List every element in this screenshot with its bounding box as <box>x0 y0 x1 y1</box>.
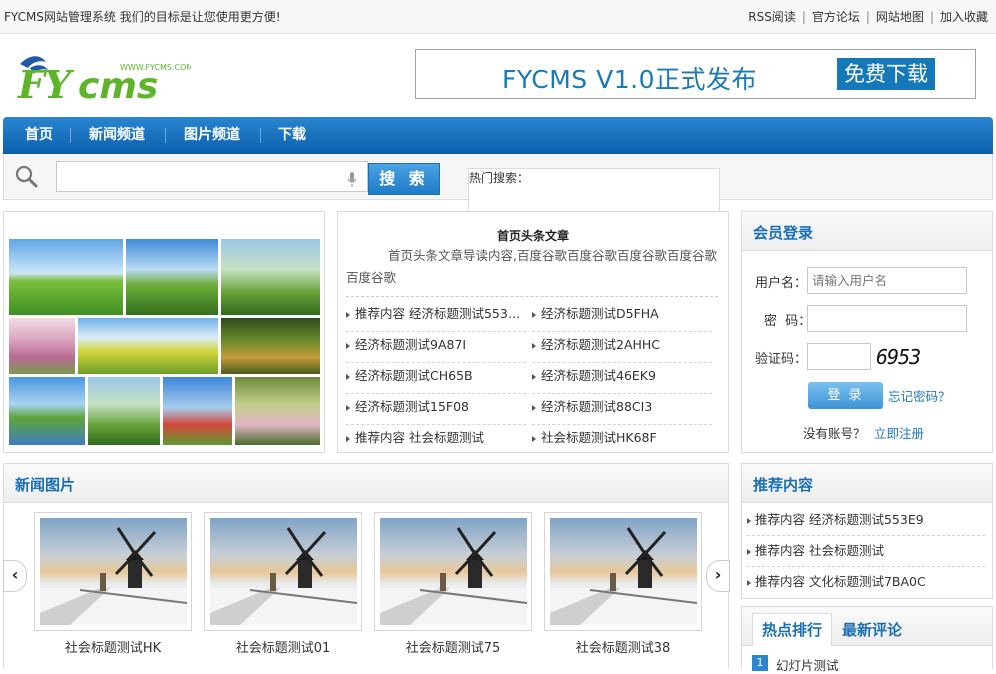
recommend-title: 推荐内容 <box>753 476 814 494</box>
tab-latest-comments[interactable]: 最新评论 <box>842 619 902 640</box>
nav-download[interactable]: 下载 <box>278 117 306 154</box>
collage-image <box>78 318 218 374</box>
search-input[interactable] <box>56 161 368 192</box>
news-images-panel: 新闻图片 ‹ › 社会标题测试HK 社会标题测试01 社会标题测试75 社会标题… <box>3 463 730 669</box>
captcha-label: 验证码： <box>755 352 808 367</box>
recommend-panel: 推荐内容 推荐内容 经济标题测试553E9 推荐内容 社会标题测试 推荐内容 文… <box>741 463 993 599</box>
collage-image <box>126 239 218 315</box>
collage-image <box>9 239 123 315</box>
headline-panel: 首页头条文章 首页头条文章导读内容,百度谷歌百度谷歌百度谷歌百度谷歌百度谷歌 推… <box>337 211 729 453</box>
headline-item[interactable]: 经济标题测试88CI3 <box>532 393 712 425</box>
register-link[interactable]: 立即注册 <box>874 423 924 442</box>
collage-image <box>235 377 320 445</box>
news-image-caption[interactable]: 社会标题测试38 <box>544 637 702 656</box>
recommend-item[interactable]: 推荐内容 文化标题测试7BA0C <box>747 567 985 597</box>
photo-collage[interactable] <box>3 211 325 453</box>
news-image-caption[interactable]: 社会标题测试75 <box>374 637 532 656</box>
news-image-item[interactable]: 社会标题测试75 <box>374 512 532 668</box>
site-logo[interactable]: F Y cms WWW.FYCMS.COM <box>16 50 193 107</box>
panel-header: 新闻图片 <box>4 464 728 503</box>
captcha-field[interactable] <box>807 343 871 370</box>
captcha-image[interactable]: 6953 <box>876 345 921 369</box>
hot-ranking-panel: 热点排行 最新评论 1 幻灯片测试 <box>741 606 993 673</box>
recommend-item[interactable]: 推荐内容 社会标题测试 <box>747 536 985 567</box>
rank-item[interactable]: 幻灯片测试 <box>776 655 839 674</box>
no-account-label: 没有账号？ <box>803 426 866 441</box>
search-bar: 搜 索 热门搜索： <box>3 154 993 231</box>
microphone-icon[interactable] <box>347 172 357 188</box>
windmill-image <box>210 518 357 625</box>
forgot-password-link[interactable]: 忘记密码？ <box>888 386 951 405</box>
panel-header: 推荐内容 <box>742 464 992 503</box>
search-icon <box>15 165 38 188</box>
nav-pictures[interactable]: 图片频道 <box>184 117 240 154</box>
news-image-item[interactable]: 社会标题测试38 <box>544 512 702 668</box>
release-banner[interactable]: FYCMS V1.0正式发布 免费下载 <box>415 49 976 99</box>
add-favorite-link[interactable]: 加入收藏 <box>940 10 988 24</box>
top-bar: FYCMS网站管理系统 我们的目标是让您使用更方便! RSS阅读 | 官方论坛 | 网站… <box>0 0 996 34</box>
headline-item[interactable]: 推荐内容 社会标题测试 <box>346 424 526 455</box>
carousel-prev-icon[interactable]: ‹ <box>3 560 27 592</box>
divider <box>346 296 718 297</box>
headline-item[interactable]: 经济标题测试D5FHA <box>532 300 712 332</box>
sitemap-link[interactable]: 网站地图 <box>876 10 924 24</box>
nav-divider <box>165 128 166 143</box>
free-download-button[interactable]: 免费下载 <box>837 58 935 90</box>
password-label: 密 码： <box>764 314 812 329</box>
nav-home[interactable]: 首页 <box>25 117 53 154</box>
news-image-item[interactable]: 社会标题测试HK <box>34 512 192 668</box>
recommend-item[interactable]: 推荐内容 经济标题测试553E9 <box>747 505 985 536</box>
headline-item[interactable]: 经济标题测试CH65B <box>346 362 526 394</box>
collage-image <box>163 377 232 445</box>
news-image-caption[interactable]: 社会标题测试HK <box>34 637 192 656</box>
member-login-panel: 会员登录 用户名： 请输入用户名 密 码： 验证码： 6953 登 录 忘记密码… <box>741 211 993 453</box>
login-button[interactable]: 登 录 <box>808 382 883 409</box>
windmill-image <box>40 518 187 625</box>
rank-number-badge: 1 <box>752 655 768 671</box>
headline-item[interactable]: 经济标题测试2AHHC <box>532 331 712 363</box>
carousel-next-icon[interactable]: › <box>706 560 730 592</box>
news-image-item[interactable]: 社会标题测试01 <box>204 512 362 668</box>
headline-title[interactable]: 首页头条文章 <box>338 227 728 244</box>
forum-link[interactable]: 官方论坛 <box>812 10 860 24</box>
headline-item[interactable]: 经济标题测试9A87I <box>346 331 526 363</box>
image-frame <box>544 512 702 631</box>
nav-divider <box>70 128 71 143</box>
windmill-image <box>380 518 527 625</box>
image-frame <box>374 512 532 631</box>
nav-news[interactable]: 新闻频道 <box>89 117 145 154</box>
tab-bar: 热点排行 最新评论 <box>742 607 992 646</box>
headline-item[interactable]: 经济标题测试46EK9 <box>532 362 712 394</box>
headline-summary: 首页头条文章导读内容,百度谷歌百度谷歌百度谷歌百度谷歌百度谷歌 <box>346 248 717 285</box>
headline-item[interactable]: 社会标题测试HK68F <box>532 424 712 455</box>
username-label: 用户名： <box>755 276 808 291</box>
rss-link[interactable]: RSS阅读 <box>748 10 796 24</box>
logo-url: WWW.FYCMS.COM <box>120 63 191 72</box>
nav-divider <box>260 128 261 143</box>
tab-hot-ranking[interactable]: 热点排行 <box>752 613 832 646</box>
collage-image <box>221 318 320 374</box>
login-title: 会员登录 <box>753 224 814 242</box>
windmill-image <box>550 518 697 625</box>
image-frame <box>34 512 192 631</box>
news-image-caption[interactable]: 社会标题测试01 <box>204 637 362 656</box>
collage-image <box>88 377 160 445</box>
collage-image <box>221 239 320 315</box>
headline-item[interactable]: 经济标题测试15F08 <box>346 393 526 425</box>
panel-header: 会员登录 <box>742 212 992 251</box>
banner-title: FYCMS V1.0正式发布 <box>502 65 757 94</box>
top-links: RSS阅读 | 官方论坛 | 网站地图 | 加入收藏 <box>748 10 988 24</box>
username-field[interactable]: 请输入用户名 <box>807 267 967 294</box>
site-slogan: FYCMS网站管理系统 我们的目标是让您使用更方便! <box>4 10 281 24</box>
image-frame <box>204 512 362 631</box>
collage-image <box>9 318 75 374</box>
password-field[interactable] <box>807 305 967 332</box>
collage-image <box>9 377 85 445</box>
headline-item[interactable]: 推荐内容 经济标题测试553… <box>346 300 526 332</box>
svg-text:Y: Y <box>44 62 75 105</box>
main-nav: 首页 新闻频道 图片频道 下载 <box>3 117 993 154</box>
news-images-title: 新闻图片 <box>15 476 76 494</box>
search-button[interactable]: 搜 索 <box>368 163 440 195</box>
